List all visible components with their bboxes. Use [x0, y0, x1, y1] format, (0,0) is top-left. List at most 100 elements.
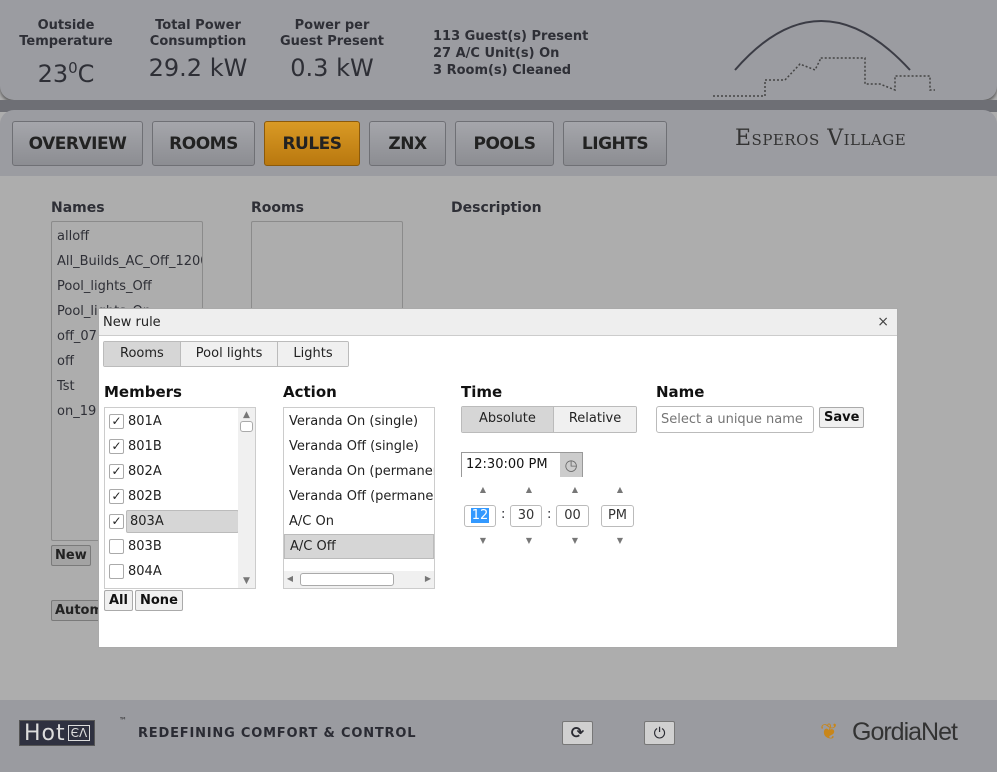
members-list: ✓ 801A ✓ 801B ✓ 802A ✓ 802B ✓ 803A 803B 804A … — [104, 407, 256, 589]
checkbox-unchecked-icon[interactable] — [109, 539, 124, 554]
village-logo-icon — [713, 20, 935, 97]
clock-icon[interactable]: ◷ — [560, 453, 582, 477]
tab-lights[interactable]: LIGHTS — [563, 121, 667, 166]
scrollbar-thumb[interactable] — [300, 573, 394, 586]
tab-lights[interactable]: Lights — [278, 342, 348, 366]
ampm-up-icon[interactable]: ▲ — [610, 485, 630, 494]
hour-up-icon[interactable]: ▲ — [473, 485, 493, 494]
tab-pools[interactable]: POOLS — [455, 121, 554, 166]
stat-label: Outside Temperature — [19, 18, 113, 49]
member-802a[interactable]: ✓ 802A — [105, 459, 255, 484]
minute-down-icon[interactable]: ▼ — [519, 536, 539, 545]
new-rule-dialog: New rule × Rooms Pool lights Lights Memb… — [98, 308, 898, 648]
tab-rooms[interactable]: Rooms — [104, 342, 181, 366]
stat-value: 29.2 kW — [148, 54, 248, 82]
logo-suffix: ЄΛ — [67, 725, 91, 741]
save-button[interactable]: Save — [819, 407, 865, 428]
time-separator: : — [501, 507, 506, 522]
member-label: 803B — [128, 539, 162, 554]
tab-rooms[interactable]: ROOMS — [152, 121, 255, 166]
hour-value: 12 — [470, 508, 490, 523]
minute-spinner[interactable]: 30 — [510, 505, 542, 527]
rooms-list[interactable] — [251, 221, 403, 321]
rooms-label: Rooms — [251, 200, 304, 216]
scroll-up-icon[interactable]: ▲ — [238, 410, 255, 420]
list-item[interactable]: Pool_lights_Off — [52, 274, 202, 299]
ampm-spinner[interactable]: PM — [601, 505, 634, 527]
absolute-mode-button[interactable]: Absolute — [462, 407, 554, 432]
dialog-title: New rule — [99, 309, 897, 336]
member-803a[interactable]: ✓ 803A — [105, 509, 255, 534]
guests-count: 113 Guest(s) Present — [433, 29, 589, 44]
action-item[interactable]: Veranda On (single) — [284, 409, 434, 434]
action-scrollbar[interactable]: ◀ ▶ — [284, 571, 434, 588]
new-rule-button[interactable]: New — [51, 545, 91, 566]
action-item[interactable]: A/C On — [284, 509, 434, 534]
stat-value: 0.3 kW — [290, 54, 374, 82]
checkbox-unchecked-icon[interactable] — [109, 564, 124, 579]
time-mode-toggle: Absolute Relative — [461, 406, 638, 433]
scroll-left-icon[interactable]: ◀ — [284, 574, 296, 583]
action-item[interactable]: Veranda Off (permanent) — [284, 484, 434, 509]
close-icon[interactable]: × — [877, 309, 889, 336]
action-item[interactable]: Veranda On (permanent) — [284, 459, 434, 484]
member-801b[interactable]: ✓ 801B — [105, 434, 255, 459]
header-panel: Outside Temperature 230C Total Power Con… — [0, 0, 997, 100]
checkbox-checked-icon[interactable]: ✓ — [109, 414, 124, 429]
select-all-button[interactable]: All — [104, 590, 133, 611]
time-label: Time — [461, 383, 503, 401]
list-item[interactable]: alloff — [52, 224, 202, 249]
minute-up-icon[interactable]: ▲ — [519, 485, 539, 494]
members-label: Members — [104, 383, 182, 401]
second-spinner[interactable]: 00 — [556, 505, 589, 527]
cleaned-count: 3 Room(s) Cleaned — [433, 63, 572, 78]
time-separator: : — [547, 507, 552, 522]
partner-logo: GordiaNet — [852, 718, 958, 746]
tagline: REDEFINING COMFORT & CONTROL — [138, 726, 417, 741]
footer: Hot ЄΛ ™ REDEFINING COMFORT & CONTROL ⟳ … — [0, 700, 997, 772]
dialog-tabs: Rooms Pool lights Lights — [103, 341, 349, 367]
power-button[interactable]: ⏻ — [644, 721, 675, 745]
tab-rules[interactable]: RULES — [264, 121, 360, 166]
ac-count: 27 A/C Unit(s) On — [433, 46, 560, 61]
scroll-right-icon[interactable]: ▶ — [422, 574, 434, 583]
tab-pool-lights[interactable]: Pool lights — [180, 342, 279, 366]
checkbox-checked-icon[interactable]: ✓ — [109, 439, 124, 454]
second-up-icon[interactable]: ▲ — [565, 485, 585, 494]
tab-overview[interactable]: OVERVIEW — [12, 121, 143, 166]
action-label: Action — [283, 383, 337, 401]
hour-spinner[interactable]: 12 — [464, 505, 496, 527]
logo-text: Hot — [24, 720, 66, 746]
member-802b[interactable]: ✓ 802B — [105, 484, 255, 509]
checkbox-checked-icon[interactable]: ✓ — [109, 514, 124, 529]
checkbox-checked-icon[interactable]: ✓ — [109, 489, 124, 504]
relative-mode-button[interactable]: Relative — [553, 407, 637, 432]
hotela-logo: Hot ЄΛ — [19, 720, 96, 746]
member-label: 802A — [128, 464, 162, 479]
rule-name-input[interactable] — [656, 406, 814, 433]
scroll-down-icon[interactable]: ▼ — [238, 576, 255, 586]
member-801a[interactable]: ✓ 801A — [105, 409, 255, 434]
time-value: 12:30:00 PM — [466, 457, 548, 472]
member-label: 803A — [126, 510, 239, 533]
scrollbar-thumb[interactable] — [240, 421, 253, 432]
stat-label: Power per Guest Present — [280, 18, 384, 49]
hour-down-icon[interactable]: ▼ — [473, 536, 493, 545]
list-item[interactable]: All_Builds_AC_Off_1200 — [52, 249, 202, 274]
action-item-selected[interactable]: A/C Off — [284, 534, 434, 559]
select-none-button[interactable]: None — [135, 590, 183, 611]
action-item[interactable]: Veranda Off (single) — [284, 434, 434, 459]
name-label: Name — [656, 383, 705, 401]
tab-znx[interactable]: ZNX — [369, 121, 446, 166]
refresh-button[interactable]: ⟳ — [562, 721, 593, 745]
member-803b[interactable]: 803B — [105, 534, 255, 559]
member-label: 804A — [128, 564, 162, 579]
checkbox-checked-icon[interactable]: ✓ — [109, 464, 124, 479]
member-label: 801A — [128, 414, 162, 429]
member-804a[interactable]: 804A — [105, 559, 255, 584]
refresh-icon: ⟳ — [570, 723, 585, 742]
second-down-icon[interactable]: ▼ — [565, 536, 585, 545]
ampm-down-icon[interactable]: ▼ — [610, 536, 630, 545]
time-input[interactable]: 12:30:00 PM ◷ — [461, 452, 583, 477]
members-scrollbar[interactable]: ▲ ▼ — [238, 408, 255, 588]
